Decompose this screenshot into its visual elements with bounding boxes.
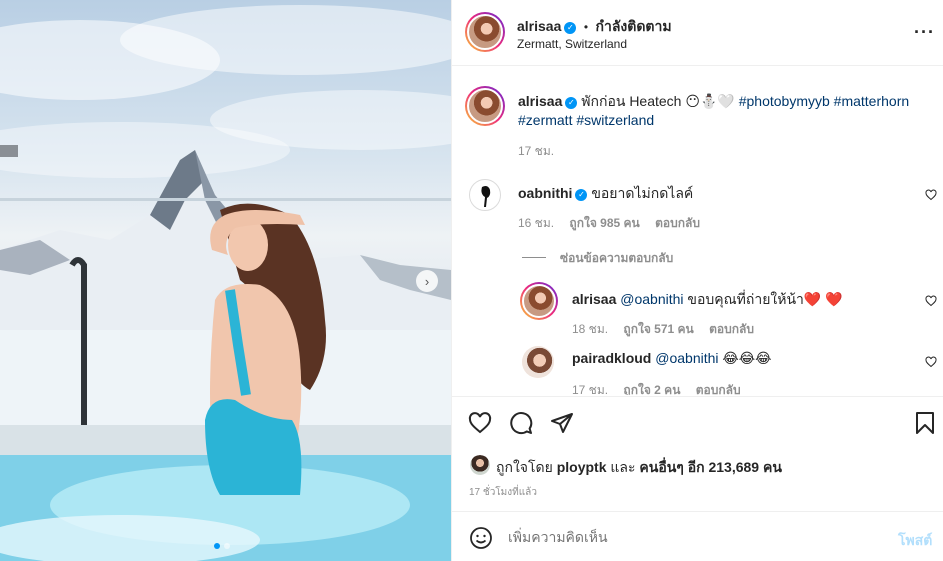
reply-meta: 17 ชม. ถูกใจ 2 คน ตอบกลับ <box>572 381 741 395</box>
comment: oabnithi ✓ ขอยาดไม่กดไลค์ <box>518 183 693 205</box>
carousel-dot <box>214 543 220 549</box>
location-link[interactable]: Zermatt, Switzerland <box>517 37 627 51</box>
caption-author-avatar[interactable] <box>465 86 505 126</box>
reply-emojis: 😂😂😂 <box>722 350 772 366</box>
reply-author[interactable]: pairadkloud <box>572 350 651 366</box>
caption: alrisaa ✓ พักก่อน Heatech 😶⛄🤍 #photobymyy… <box>518 92 909 130</box>
likes-prefix: ถูกใจโดย <box>496 459 553 475</box>
comment-meta: 16 ชม. ถูกใจ 985 คน ตอบกลับ <box>518 214 700 233</box>
emoji-smiley-icon[interactable] <box>469 526 493 550</box>
comment-bubble-icon[interactable] <box>509 411 533 435</box>
add-comment-bar: โพสต์ <box>452 511 943 561</box>
reply-avatar[interactable] <box>520 282 558 320</box>
carousel-dot <box>224 543 230 549</box>
comment-input[interactable] <box>508 526 878 548</box>
verified-badge-icon: ✓ <box>575 189 588 201</box>
post-comment-button[interactable]: โพสต์ <box>898 530 932 552</box>
reply-like-heart-icon[interactable] <box>925 356 937 368</box>
comment-reply-button[interactable]: ตอบกลับ <box>655 216 700 230</box>
following-button[interactable]: กำลังติดตาม <box>595 18 671 34</box>
reply-mention[interactable]: @oabnithi <box>655 350 718 366</box>
liker-avatar[interactable] <box>470 455 490 475</box>
author-avatar[interactable] <box>465 12 505 52</box>
carousel-next-button[interactable]: › <box>416 270 438 292</box>
like-heart-icon[interactable] <box>468 411 492 435</box>
save-bookmark-icon[interactable] <box>914 411 936 435</box>
hide-replies-label: ซ่อนข้อความตอบกลับ <box>560 251 674 265</box>
reply-time: 18 ชม. <box>572 322 609 336</box>
more-horizontal-icon[interactable]: ··· <box>914 22 935 43</box>
post-photo[interactable]: › <box>0 0 451 561</box>
reply-likes[interactable]: ถูกใจ 2 คน <box>623 383 680 395</box>
photo-illustration <box>0 5 451 561</box>
hide-replies-button[interactable]: ซ่อนข้อความตอบกลับ <box>522 249 673 268</box>
comment-text: ขอยาดไม่กดไลค์ <box>591 185 694 201</box>
post-details-panel: alrisaa ✓ • กำลังติดตาม Zermatt, Switzerl… <box>451 0 943 561</box>
likes-others-count[interactable]: คนอื่นๆ อีก 213,689 คน <box>639 459 782 475</box>
reply-reply-button[interactable]: ตอบกลับ <box>696 383 741 395</box>
separator-dot: • <box>583 20 589 34</box>
verified-badge-icon: ✓ <box>564 22 577 34</box>
caption-hashtags-1[interactable]: #photobymyyb #matterhorn <box>739 93 909 109</box>
reply-time: 17 ชม. <box>572 383 609 395</box>
avatar-silhouette-icon <box>481 186 491 207</box>
likes-summary: ถูกใจโดย ployptk และ คนอื่นๆ อีก 213,689… <box>496 457 782 479</box>
author-username[interactable]: alrisaa <box>517 18 561 34</box>
comment-avatar[interactable] <box>469 179 501 211</box>
liker-username[interactable]: ployptk <box>557 459 607 475</box>
reply-like-heart-icon[interactable] <box>925 295 937 307</box>
caption-author[interactable]: alrisaa <box>518 93 562 109</box>
reply-reply-button[interactable]: ตอบกลับ <box>709 322 754 336</box>
reply: pairadkloud @oabnithi 😂😂😂 <box>572 350 771 367</box>
caption-emojis: 😶⛄🤍 <box>685 93 735 109</box>
comment-likes[interactable]: ถูกใจ 985 คน <box>569 216 639 230</box>
reply-text: ขอบคุณที่ถ่ายให้น้า <box>687 291 804 307</box>
post-timestamp[interactable]: 17 ชั่วโมงที่แล้ว <box>469 485 537 500</box>
share-send-icon[interactable] <box>550 411 574 435</box>
caption-time: 17 ชม. <box>518 144 555 158</box>
post-header: alrisaa ✓ • กำลังติดตาม Zermatt, Switzerl… <box>452 0 943 66</box>
reply-avatar[interactable] <box>522 346 554 378</box>
post-actions: ถูกใจโดย ployptk และ คนอื่นๆ อีก 213,689… <box>452 396 943 511</box>
carousel-indicator <box>214 543 230 549</box>
caption-hashtags-2[interactable]: #zermatt #switzerland <box>518 112 654 128</box>
verified-badge-icon: ✓ <box>565 97 578 109</box>
comment-like-heart-icon[interactable] <box>925 189 937 201</box>
caption-text: พักก่อน Heatech <box>581 93 682 109</box>
reply-divider-line <box>522 257 546 258</box>
reply-likes[interactable]: ถูกใจ 571 คน <box>623 322 693 336</box>
likes-and: และ <box>610 459 636 475</box>
comment-time: 16 ชม. <box>518 216 555 230</box>
reply-meta: 18 ชม. ถูกใจ 571 คน ตอบกลับ <box>572 320 754 339</box>
reply-mention[interactable]: @oabnithi <box>620 291 683 307</box>
chevron-right-icon: › <box>424 273 430 289</box>
reply-author[interactable]: alrisaa <box>572 291 616 307</box>
reply-emojis: ❤️ ❤️ <box>803 291 843 307</box>
comment-author[interactable]: oabnithi <box>518 185 572 201</box>
reply: alrisaa @oabnithi ขอบคุณที่ถ่ายให้น้า❤️ … <box>572 289 843 311</box>
instagram-post-modal: › alrisaa ✓ • กำลังติดตาม Zermatt, Switze… <box>0 0 943 561</box>
